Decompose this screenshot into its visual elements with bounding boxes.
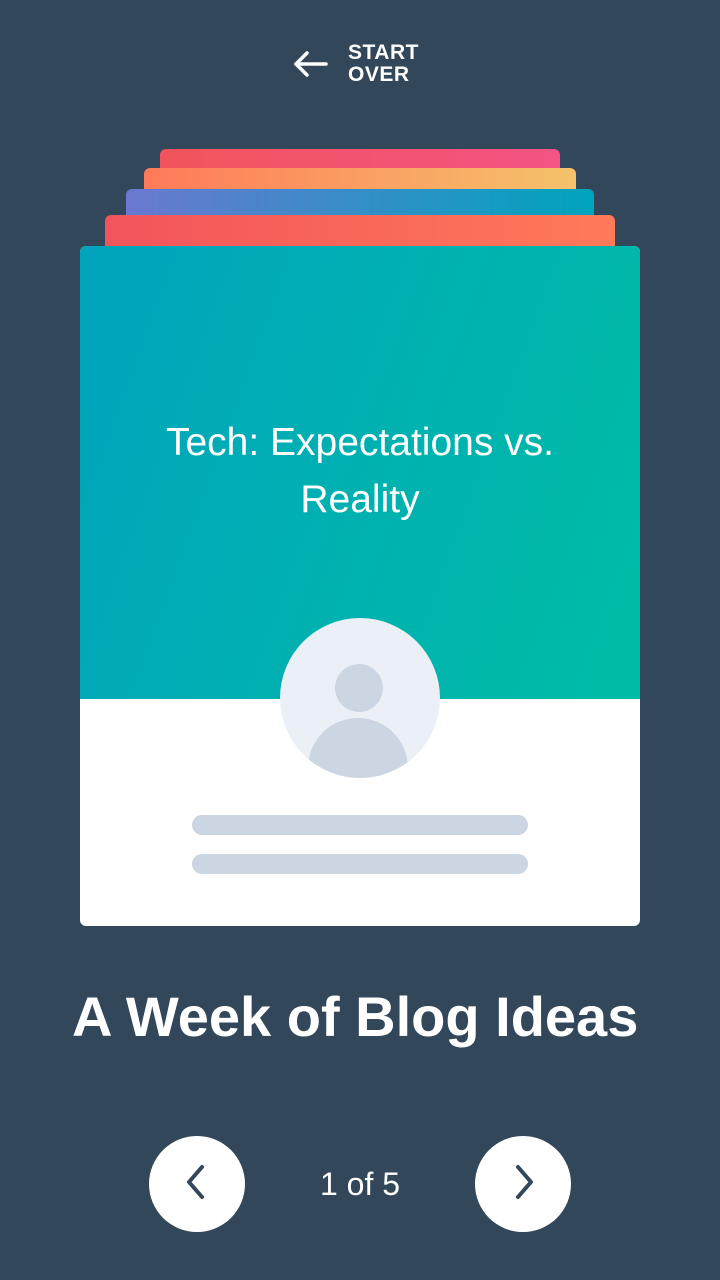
pagination-indicator: 1 of 5: [319, 1166, 401, 1202]
previous-button[interactable]: [149, 1136, 245, 1232]
text-placeholder-line: [192, 854, 528, 874]
next-button[interactable]: [475, 1136, 571, 1232]
start-over-line-2: OVER: [348, 63, 410, 86]
arrow-left-icon: [292, 49, 328, 79]
avatar-head: [335, 664, 383, 712]
chevron-left-icon: [182, 1162, 212, 1207]
page-heading: A Week of Blog Ideas: [72, 985, 639, 1048]
user-avatar-icon: [280, 618, 440, 778]
start-over-label: START OVER: [348, 42, 419, 86]
start-over-button[interactable]: START OVER: [292, 42, 419, 86]
avatar-body: [308, 718, 408, 778]
blog-idea-card: Tech: Expectations vs. Reality: [80, 246, 640, 926]
text-placeholder-line: [192, 815, 528, 835]
start-over-line-1: START: [348, 41, 419, 64]
card-title: Tech: Expectations vs. Reality: [165, 421, 555, 521]
chevron-right-icon: [508, 1162, 538, 1207]
